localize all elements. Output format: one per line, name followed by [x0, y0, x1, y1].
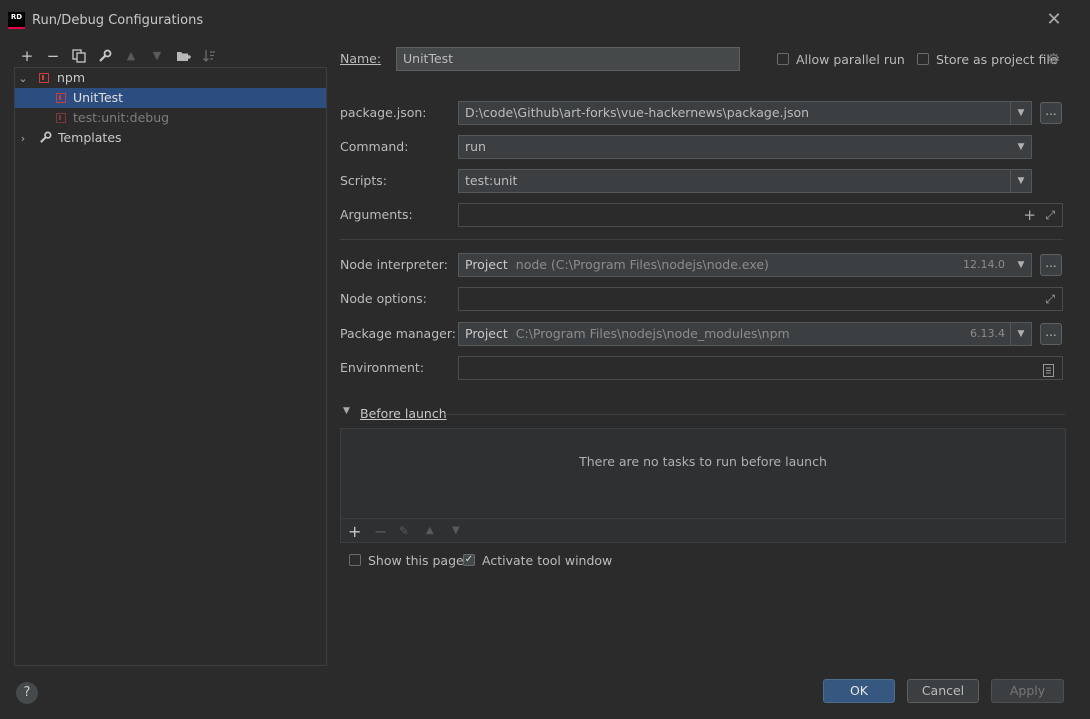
scripts-value: test:unit: [465, 173, 518, 188]
store-project-checkbox[interactable]: [917, 53, 929, 65]
package-json-field[interactable]: D:\code\Github\art-forks\vue-hackernews\…: [458, 101, 1032, 125]
arguments-label: Arguments:: [340, 207, 413, 222]
chevron-down-icon[interactable]: ▼: [1010, 323, 1031, 345]
browse-package-manager-button[interactable]: ...: [1040, 323, 1062, 345]
configuration-tree[interactable]: ⌄ npm UnitTest test:unit:debug › Templat…: [14, 67, 327, 666]
tree-item-label: test:unit:debug: [72, 110, 170, 125]
separator: [340, 239, 1063, 240]
edit-icon[interactable]: ✎: [399, 524, 409, 538]
before-launch-title[interactable]: Before launch: [360, 406, 447, 421]
chevron-down-icon[interactable]: ▼: [1010, 102, 1031, 124]
allow-parallel-label[interactable]: Allow parallel run: [796, 52, 905, 67]
move-up-icon[interactable]: ▲: [426, 525, 434, 536]
node-version: 12.14.0: [963, 258, 1005, 271]
new-folder-icon[interactable]: [173, 46, 193, 66]
store-project-label[interactable]: Store as project file: [936, 52, 1058, 67]
edit-environment-icon[interactable]: [1043, 362, 1054, 379]
chevron-down-icon[interactable]: ▼: [1010, 170, 1031, 192]
browse-node-interpreter-button[interactable]: ...: [1040, 254, 1062, 276]
separator: [445, 414, 1065, 415]
remove-icon[interactable]: −: [374, 522, 387, 541]
command-select[interactable]: run ▼: [458, 135, 1032, 159]
move-down-icon[interactable]: ▼: [452, 525, 460, 536]
expand-icon[interactable]: ⤢: [1045, 204, 1055, 226]
chevron-down-icon[interactable]: ⌄: [17, 69, 29, 89]
wrench-icon: [40, 131, 52, 143]
npm-icon: [56, 113, 66, 123]
add-icon[interactable]: +: [348, 522, 361, 541]
chevron-right-icon[interactable]: ›: [17, 129, 29, 149]
tree-item-test-unit-debug[interactable]: test:unit:debug: [15, 108, 326, 128]
expand-icon[interactable]: ⤢: [1045, 288, 1055, 310]
allow-parallel-checkbox[interactable]: [777, 53, 789, 65]
npm-version: 6.13.4: [970, 327, 1005, 340]
add-icon[interactable]: +: [1023, 204, 1036, 226]
chevron-down-icon[interactable]: ▼: [1011, 254, 1031, 276]
move-up-icon[interactable]: ▲: [121, 46, 141, 66]
node-options-label: Node options:: [340, 291, 427, 306]
node-interpreter-label: Node interpreter:: [340, 257, 448, 272]
help-button[interactable]: ?: [16, 682, 38, 704]
package-json-value: D:\code\Github\art-forks\vue-hackernews\…: [465, 105, 810, 120]
node-interpreter-select[interactable]: Project node (C:\Program Files\nodejs\no…: [458, 253, 1032, 277]
cancel-button[interactable]: Cancel: [907, 679, 979, 703]
node-interpreter-prefix: Project: [465, 257, 508, 272]
tree-group-npm[interactable]: ⌄ npm: [15, 68, 326, 88]
add-icon[interactable]: +: [17, 46, 37, 66]
wrench-icon[interactable]: [95, 46, 115, 66]
activate-tool-label[interactable]: Activate tool window: [482, 553, 612, 568]
remove-icon[interactable]: −: [43, 46, 63, 66]
separator: [341, 518, 1065, 519]
browse-package-json-button[interactable]: ...: [1040, 102, 1062, 124]
npm-icon: [38, 73, 49, 83]
gear-icon[interactable]: ⚙: [1047, 50, 1060, 68]
tree-item-unittest[interactable]: UnitTest: [15, 88, 326, 108]
window-title: Run/Debug Configurations: [32, 13, 204, 28]
environment-label: Environment:: [340, 360, 425, 375]
rider-logo-icon: RD: [8, 12, 25, 29]
package-manager-prefix: Project: [465, 326, 508, 341]
before-launch-list[interactable]: There are no tasks to run before launch …: [340, 428, 1066, 543]
close-icon[interactable]: ✕: [1044, 10, 1064, 30]
ok-button[interactable]: OK: [823, 679, 895, 703]
move-down-icon[interactable]: ▼: [147, 46, 167, 66]
before-launch-empty-text: There are no tasks to run before launch: [579, 454, 827, 469]
name-field[interactable]: UnitTest: [396, 47, 740, 71]
node-options-field[interactable]: ⤢: [458, 287, 1063, 311]
tree-item-templates[interactable]: › Templates: [15, 128, 326, 148]
arguments-field[interactable]: + ⤢: [458, 203, 1063, 227]
scripts-label: Scripts:: [340, 173, 387, 188]
activate-tool-checkbox[interactable]: ✓: [463, 554, 475, 566]
package-manager-value: C:\Program Files\nodejs\node_modules\npm: [515, 326, 790, 341]
command-value: run: [465, 139, 486, 154]
scripts-select[interactable]: test:unit ▼: [458, 169, 1032, 193]
tree-group-label: npm: [56, 70, 86, 85]
chevron-down-icon[interactable]: ▼: [1011, 136, 1031, 158]
collapse-triangle-icon[interactable]: ▼: [343, 406, 350, 416]
name-label: Name:: [340, 51, 382, 66]
environment-field[interactable]: [458, 356, 1063, 380]
sort-icon[interactable]: [199, 46, 219, 66]
show-page-label[interactable]: Show this page: [368, 553, 464, 568]
show-page-checkbox[interactable]: [349, 554, 361, 566]
package-manager-label: Package manager:: [340, 326, 456, 341]
copy-icon[interactable]: [69, 46, 89, 66]
npm-icon: [56, 93, 66, 103]
apply-button[interactable]: Apply: [991, 679, 1064, 703]
tree-templates-label: Templates: [57, 130, 122, 145]
command-label: Command:: [340, 139, 409, 154]
package-manager-select[interactable]: Project C:\Program Files\nodejs\node_mod…: [458, 322, 1032, 346]
node-interpreter-value: node (C:\Program Files\nodejs\node.exe): [515, 257, 769, 272]
tree-item-label: UnitTest: [72, 90, 124, 105]
package-json-label: package.json:: [340, 105, 427, 120]
